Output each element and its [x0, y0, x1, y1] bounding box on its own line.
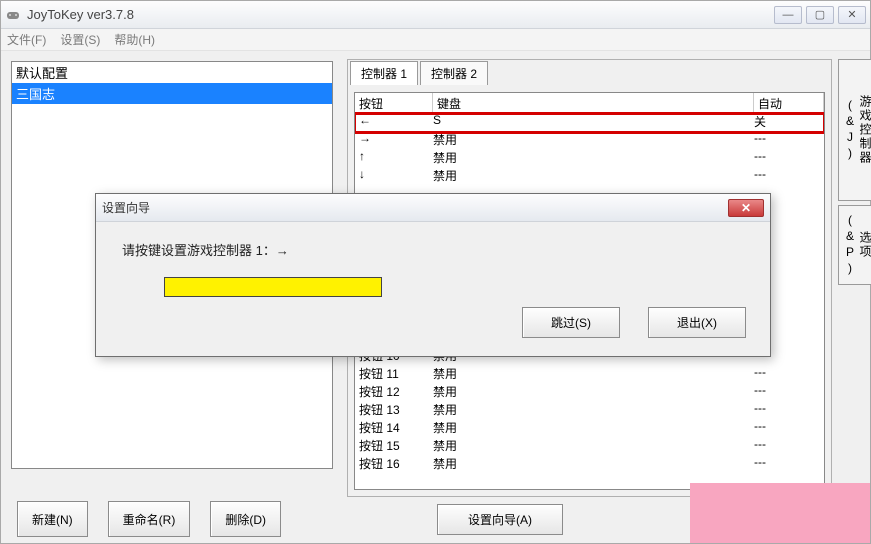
close-button[interactable]: ✕: [838, 6, 866, 24]
dialog-titlebar: 设置向导 ✕: [96, 194, 770, 222]
cell-auto: ---: [754, 149, 824, 167]
cell-button: ↓: [355, 167, 433, 185]
titlebar: JoyToKey ver3.7.8 — ▢ ✕: [1, 1, 870, 29]
header-keyboard[interactable]: 键盘: [433, 93, 754, 112]
game-controller-button[interactable]: 游戏控制器(&J): [838, 59, 871, 201]
table-row[interactable]: 按钮 16 禁用 ---: [355, 455, 824, 473]
right-sidebar: 游戏控制器(&J) 选项(&P): [838, 59, 864, 289]
cell-auto: ---: [754, 365, 824, 383]
maximize-button[interactable]: ▢: [806, 6, 834, 24]
skip-button[interactable]: 跳过(S): [522, 307, 620, 338]
table-row[interactable]: 按钮 12 禁用 ---: [355, 383, 824, 401]
cell-button: 按钮 13: [355, 401, 433, 419]
window-controls: — ▢ ✕: [774, 6, 866, 24]
options-button[interactable]: 选项(&P): [838, 205, 871, 285]
cell-keyboard: 禁用: [433, 149, 754, 167]
delete-button[interactable]: 删除(D): [210, 501, 281, 537]
tab-controller-1[interactable]: 控制器 1: [350, 61, 418, 85]
header-auto[interactable]: 自动: [754, 93, 824, 112]
cell-auto: ---: [754, 455, 824, 473]
watermark-corner: [690, 483, 870, 543]
dialog-buttons: 跳过(S) 退出(X): [522, 307, 746, 338]
dialog-message: 请按键设置游戏控制器 1：→: [122, 240, 744, 259]
cell-auto: ---: [754, 401, 824, 419]
cell-button: 按钮 16: [355, 455, 433, 473]
table-row[interactable]: ↑ 禁用 ---: [355, 149, 824, 167]
cell-button: →: [355, 131, 433, 149]
cell-button: 按钮 14: [355, 419, 433, 437]
tabstrip: 控制器 1 控制器 2: [348, 60, 831, 84]
cell-auto: ---: [754, 419, 824, 437]
rename-button[interactable]: 重命名(R): [108, 501, 191, 537]
app-icon: [5, 7, 21, 23]
dialog-body: 请按键设置游戏控制器 1：→ 跳过(S) 退出(X): [96, 222, 770, 356]
cell-button: 按钮 11: [355, 365, 433, 383]
header-button[interactable]: 按钮: [355, 93, 433, 112]
table-row[interactable]: → 禁用 ---: [355, 131, 824, 149]
config-item-default[interactable]: 默认配置: [12, 62, 332, 83]
cell-button: 按钮 12: [355, 383, 433, 401]
menu-settings[interactable]: 设置(S): [60, 31, 100, 48]
wizard-dialog: 设置向导 ✕ 请按键设置游戏控制器 1：→ 跳过(S) 退出(X): [95, 193, 771, 357]
menubar: 文件(F) 设置(S) 帮助(H): [1, 29, 870, 51]
cell-button: 按钮 15: [355, 437, 433, 455]
cell-auto: ---: [754, 383, 824, 401]
exit-button[interactable]: 退出(X): [648, 307, 746, 338]
menu-file[interactable]: 文件(F): [7, 31, 46, 48]
bottom-buttons: 设置向导(A): [437, 504, 563, 535]
table-row[interactable]: 按钮 15 禁用 ---: [355, 437, 824, 455]
cell-keyboard: S: [433, 113, 754, 131]
dialog-close-button[interactable]: ✕: [728, 199, 764, 217]
config-item-sanguo[interactable]: 三国志: [12, 83, 332, 104]
window-title: JoyToKey ver3.7.8: [27, 7, 774, 22]
cell-keyboard: 禁用: [433, 383, 754, 401]
wizard-button[interactable]: 设置向导(A): [437, 504, 563, 535]
table-row[interactable]: ← S 关: [355, 113, 824, 131]
cell-auto: ---: [754, 131, 824, 149]
cell-keyboard: 禁用: [433, 401, 754, 419]
minimize-button[interactable]: —: [774, 6, 802, 24]
cell-keyboard: 禁用: [433, 131, 754, 149]
cell-keyboard: 禁用: [433, 437, 754, 455]
menu-help[interactable]: 帮助(H): [114, 31, 155, 48]
table-row[interactable]: 按钮 13 禁用 ---: [355, 401, 824, 419]
dialog-title: 设置向导: [102, 199, 728, 216]
table-header: 按钮 键盘 自动: [355, 93, 824, 113]
table-row[interactable]: ↓ 禁用 ---: [355, 167, 824, 185]
tab-controller-2[interactable]: 控制器 2: [420, 61, 488, 85]
config-buttons: 新建(N) 重命名(R) 删除(D): [17, 501, 337, 537]
cell-button: ↑: [355, 149, 433, 167]
dialog-input-highlight[interactable]: [164, 277, 382, 297]
cell-auto: ---: [754, 167, 824, 185]
cell-auto: 关: [754, 113, 824, 131]
new-button[interactable]: 新建(N): [17, 501, 88, 537]
table-row[interactable]: 按钮 11 禁用 ---: [355, 365, 824, 383]
main-window: JoyToKey ver3.7.8 — ▢ ✕ 文件(F) 设置(S) 帮助(H…: [0, 0, 871, 544]
cell-keyboard: 禁用: [433, 167, 754, 185]
cell-keyboard: 禁用: [433, 365, 754, 383]
cell-button: ←: [355, 113, 433, 131]
cell-keyboard: 禁用: [433, 455, 754, 473]
cell-keyboard: 禁用: [433, 419, 754, 437]
cell-auto: ---: [754, 437, 824, 455]
table-row[interactable]: 按钮 14 禁用 ---: [355, 419, 824, 437]
